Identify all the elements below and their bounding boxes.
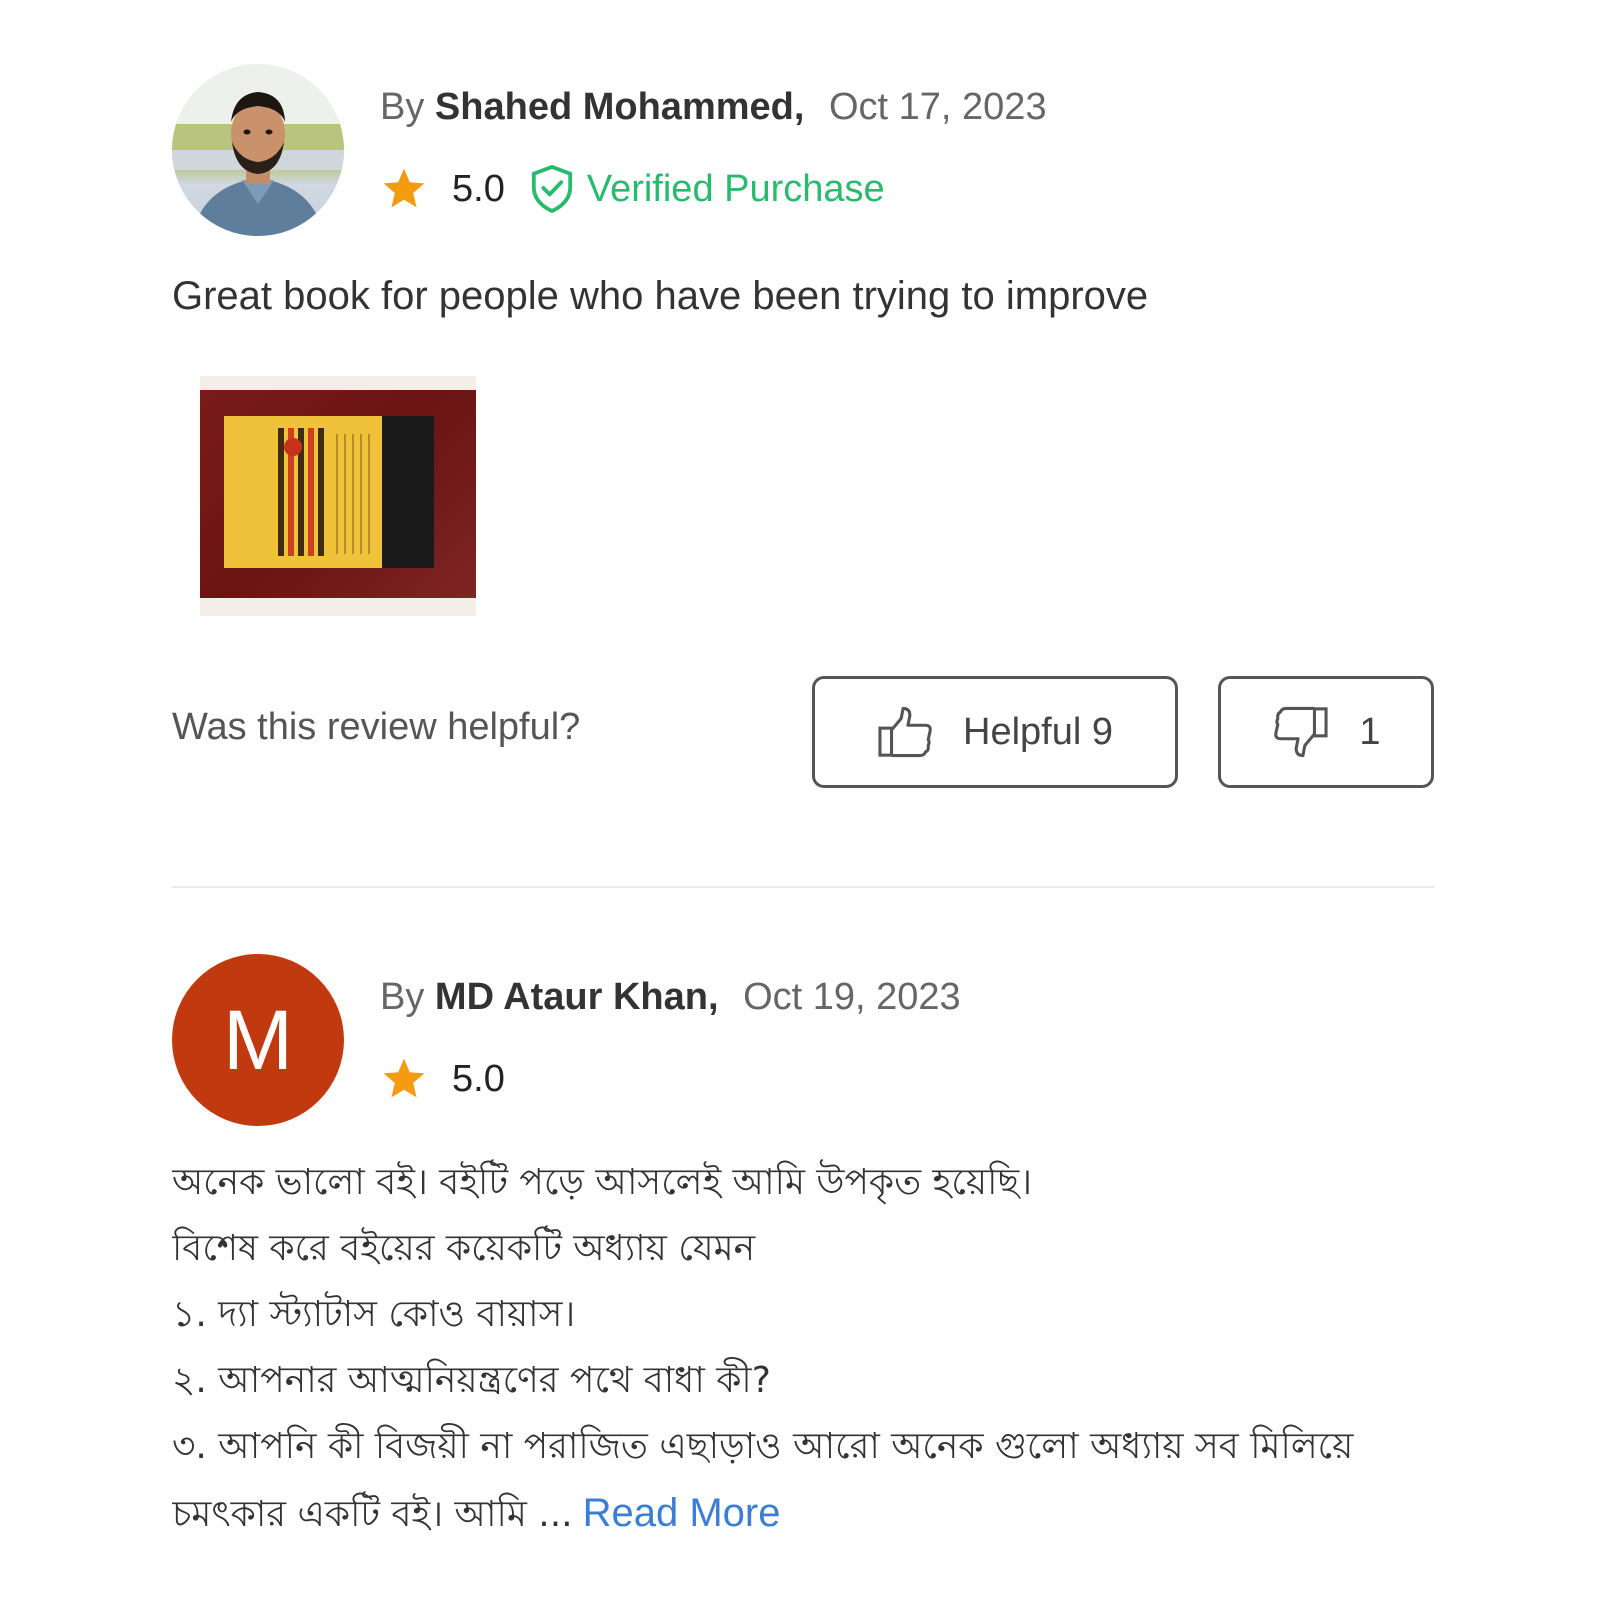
shield-check-icon <box>531 164 572 214</box>
not-helpful-count: 1 <box>1359 710 1381 753</box>
review-text-line: ২. আপনার আত্মনিয়ন্ত্রণের পথে বাধা কী? <box>172 1360 771 1401</box>
review-text-line: ৩. আপনি কী বিজয়ী না পরাজিত এছাড়াও আরো … <box>172 1426 1354 1467</box>
avatar-initial: M <box>223 993 293 1087</box>
review-text-line: ১. দ্যা স্ট্যাটাস কোও বায়াস। <box>172 1294 576 1335</box>
by-label: By <box>380 976 425 1018</box>
review-text-line-last: চমৎকার একটি বই। আমি ... Read More <box>172 1480 1434 1548</box>
rating-row: 5.0 <box>380 1052 505 1106</box>
review-divider <box>172 886 1434 888</box>
star-icon <box>383 1058 425 1098</box>
verified-badge: Verified Purchase <box>529 164 885 214</box>
helpful-question: Was this review helpful? <box>172 706 581 748</box>
review-text-line: অনেক ভালো বই। বইটি পড়ে আসলেই আমি উপকৃত … <box>172 1162 1033 1203</box>
book-cover <box>224 416 434 568</box>
review-text: অনেক ভালো বই। বইটি পড়ে আসলেই আমি উপকৃত … <box>172 1150 1434 1548</box>
rating-row: 5.0 Verified Purchase <box>380 162 885 216</box>
book-spine <box>382 416 434 568</box>
thumbs-up-icon <box>878 706 932 758</box>
thumbs-down-icon <box>1274 706 1329 758</box>
byline: By Shahed Mohammed, Oct 17, 2023 <box>380 82 1047 132</box>
author-name[interactable]: MD Ataur Khan, <box>435 976 719 1018</box>
review-date: Oct 17, 2023 <box>828 86 1047 128</box>
reviewer-avatar: M <box>172 954 344 1126</box>
review-photo-thumbnail[interactable] <box>200 376 476 616</box>
review-text-truncated: চমৎকার একটি বই। আমি ... <box>172 1494 573 1535</box>
profile-photo-icon <box>172 64 344 236</box>
review-text-line: বিশেষ করে বইয়ের কয়েকটি অধ্যায় যেমন <box>172 1228 756 1269</box>
helpful-button[interactable]: Helpful 9 <box>812 676 1178 788</box>
reviewer-avatar <box>172 64 344 236</box>
book-cover-photo <box>200 390 476 598</box>
rating-value: 5.0 <box>452 1057 505 1100</box>
helpful-count-label: Helpful 9 <box>963 710 1113 753</box>
read-more-link[interactable]: Read More <box>583 1491 781 1535</box>
book-cover-text <box>336 434 374 554</box>
author-name[interactable]: Shahed Mohammed, <box>435 86 805 128</box>
not-helpful-button[interactable]: 1 <box>1218 676 1434 788</box>
star-icon <box>383 168 425 208</box>
byline: By MD Ataur Khan, Oct 19, 2023 <box>380 972 961 1022</box>
by-label: By <box>380 86 425 128</box>
rating-value: 5.0 <box>452 167 505 210</box>
review-date: Oct 19, 2023 <box>743 976 961 1018</box>
review-text: Great book for people who have been tryi… <box>172 274 1149 318</box>
helpful-row: Was this review helpful? Helpful 9 1 <box>172 676 1434 788</box>
verified-purchase-label: Verified Purchase <box>586 167 885 210</box>
book-logo <box>284 438 302 456</box>
